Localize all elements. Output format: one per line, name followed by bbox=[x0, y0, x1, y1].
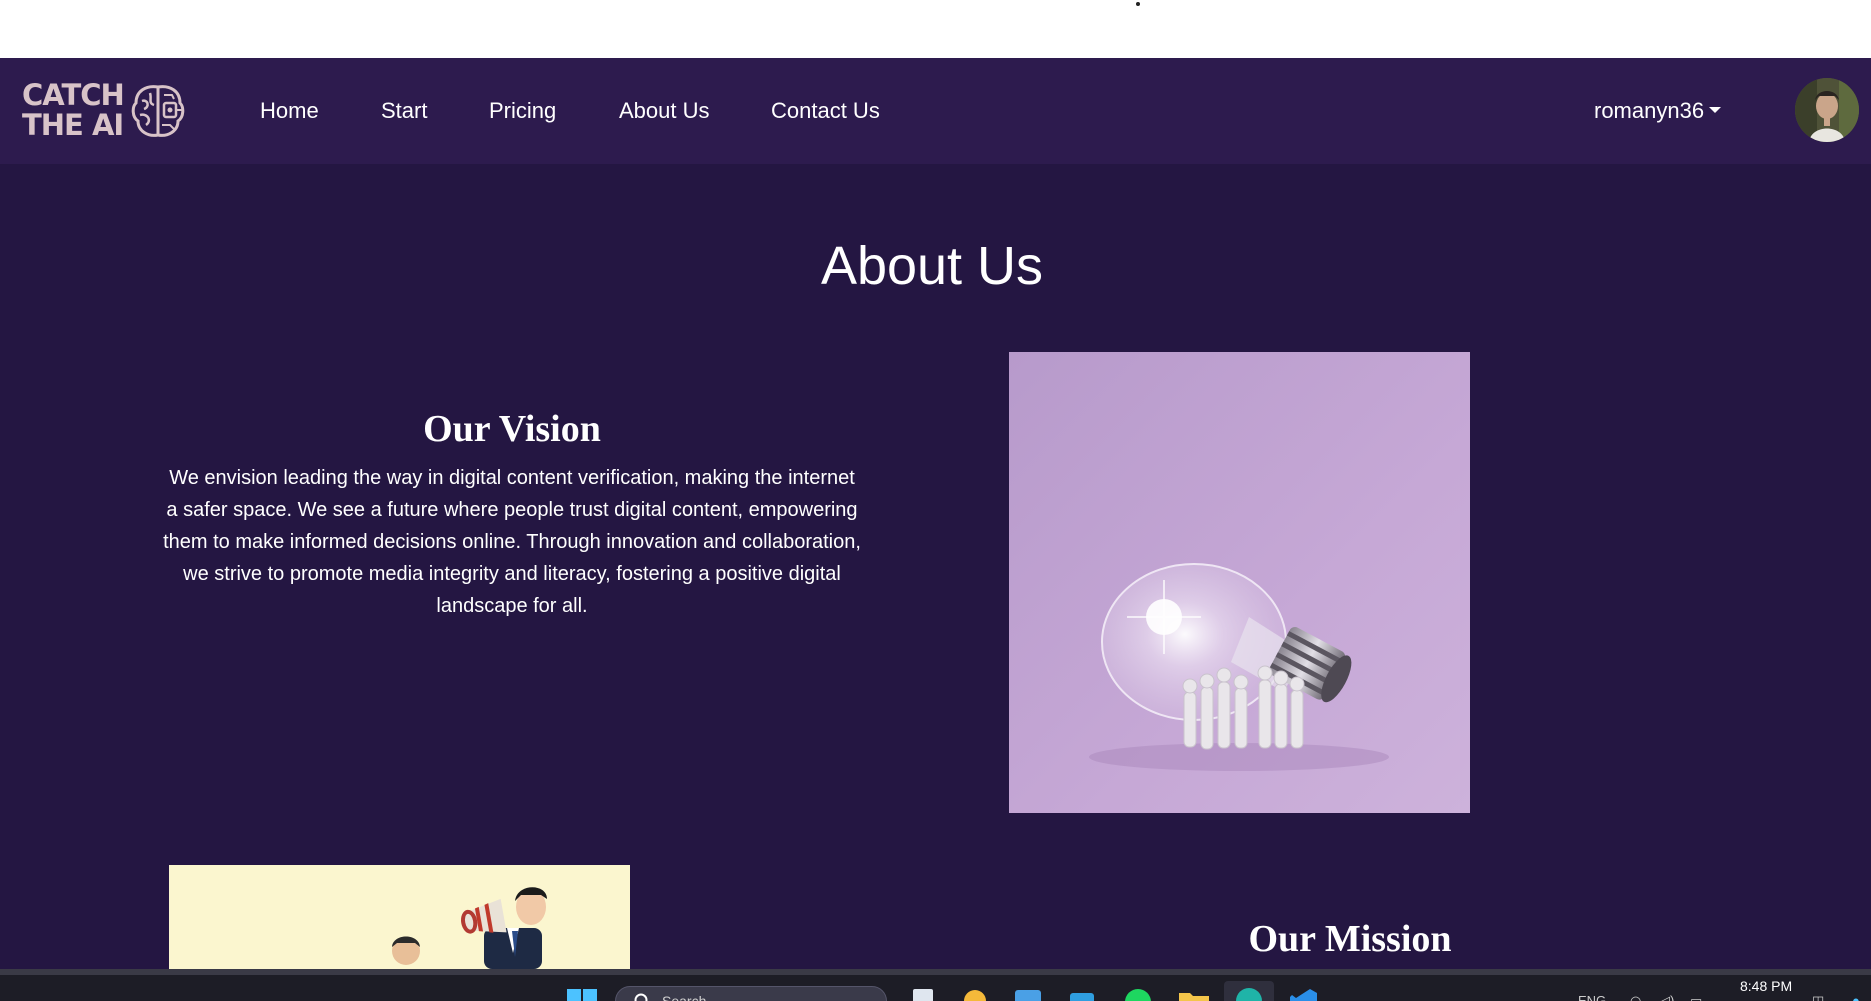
photos-icon[interactable] bbox=[1014, 987, 1042, 1001]
navbar: CATCH THE AI Home Start Pricing About Us… bbox=[0, 58, 1871, 164]
windows-taskbar: Search ENG ◠ ◁) ▭ 8:48 PM ◫ ● bbox=[0, 975, 1871, 1001]
username-label: romanyn36 bbox=[1594, 98, 1705, 123]
logo-line-1: CATCH bbox=[22, 78, 125, 112]
user-avatar[interactable] bbox=[1795, 78, 1859, 142]
page-title: About Us bbox=[820, 236, 1044, 296]
file-icon[interactable] bbox=[910, 987, 936, 1001]
mouse-cursor bbox=[1136, 2, 1140, 6]
nav-start[interactable]: Start bbox=[381, 98, 427, 124]
search-icon bbox=[634, 993, 648, 1001]
language-indicator[interactable]: ENG bbox=[1578, 993, 1606, 1001]
lightbulb-image bbox=[1009, 352, 1470, 813]
spotify-icon[interactable] bbox=[1124, 987, 1152, 1001]
logo-line-2: THE AI bbox=[22, 108, 124, 142]
taskbar-clock[interactable]: 8:48 PM bbox=[1740, 978, 1792, 994]
copilot-icon[interactable]: ● bbox=[1852, 993, 1860, 1001]
nav-contact-us[interactable]: Contact Us bbox=[771, 98, 880, 124]
mission-title: Our Mission bbox=[1248, 918, 1452, 960]
folder-icon[interactable] bbox=[1178, 987, 1210, 1001]
caret-down-icon bbox=[1709, 107, 1722, 114]
avatar-image bbox=[1795, 78, 1859, 142]
vscode-icon[interactable] bbox=[1290, 987, 1318, 1001]
store-icon[interactable] bbox=[1068, 987, 1096, 1001]
paint-icon[interactable] bbox=[962, 987, 988, 1001]
vision-text: We envision leading the way in digital c… bbox=[163, 467, 861, 617]
user-dropdown[interactable]: romanyn36 bbox=[1594, 98, 1722, 124]
nav-about-us[interactable]: About Us bbox=[619, 98, 710, 124]
taskbar-search[interactable]: Search bbox=[615, 986, 887, 1001]
notification-icon[interactable]: ◫ bbox=[1812, 993, 1824, 1001]
megaphone-illustration bbox=[169, 865, 630, 969]
vision-title: Our Vision bbox=[423, 408, 601, 450]
wifi-icon[interactable]: ◠ bbox=[1630, 993, 1641, 1001]
battery-icon[interactable]: ▭ bbox=[1690, 993, 1702, 1001]
about-page: About Us Our Vision We envision leading … bbox=[0, 164, 1871, 969]
nav-pricing[interactable]: Pricing bbox=[489, 98, 556, 124]
edge-browser-icon[interactable] bbox=[1224, 981, 1274, 1001]
windows-start-icon[interactable] bbox=[567, 989, 597, 1001]
brain-chip-icon bbox=[131, 85, 185, 137]
volume-icon[interactable]: ◁) bbox=[1660, 993, 1674, 1001]
site-logo[interactable]: CATCH THE AI bbox=[22, 80, 188, 142]
logo-text: CATCH THE AI bbox=[22, 78, 125, 142]
nav-home[interactable]: Home bbox=[260, 98, 319, 124]
search-placeholder: Search bbox=[662, 993, 707, 1001]
browser-top-strip bbox=[0, 0, 1871, 58]
